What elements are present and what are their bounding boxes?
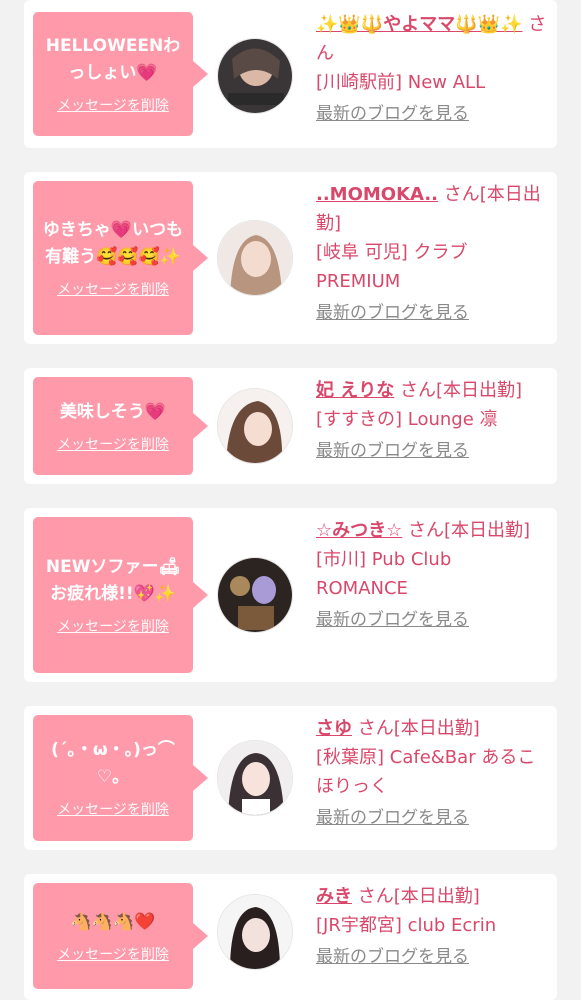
sender-info: ..MOMOKA.. さん[本日出勤] [岐阜 可児] クラブPREMIUM 最… <box>316 180 548 328</box>
latest-blog-link[interactable]: 最新のブログを見る <box>316 606 469 635</box>
latest-blog-link[interactable]: 最新のブログを見る <box>316 804 469 833</box>
shop-info: [秋葉原] Cafe&Bar あるこほりっく <box>316 747 536 797</box>
message-text: 🐴🐴🐴❤️ <box>70 911 156 932</box>
avatar[interactable] <box>217 38 293 114</box>
avatar[interactable] <box>217 388 293 464</box>
sender-suffix: さん[本日出勤] <box>357 718 480 739</box>
avatar[interactable] <box>217 557 293 633</box>
shop-info: [岐阜 可児] クラブPREMIUM <box>316 242 468 292</box>
message-card: HELLOWEENわっしょい💗 メッセージを削除 ✨👑🔱やよママ🔱👑✨ さん [… <box>24 0 557 148</box>
message-text: ゆきちゃ💗いつも有難う🥰🥰🥰✨ <box>42 220 184 267</box>
delete-message-link[interactable]: メッセージを削除 <box>57 801 169 819</box>
message-bubble: (´。・ω・。)っ⌒♡。 メッセージを削除 <box>33 715 208 841</box>
message-bubble: 🐴🐴🐴❤️ メッセージを削除 <box>33 883 208 989</box>
shop-info: [すすきの] Lounge 凛 <box>316 409 498 430</box>
sender-name-link[interactable]: ✨👑🔱やよママ🔱👑✨ <box>316 14 522 35</box>
message-text: HELLOWEENわっしょい💗 <box>45 36 181 83</box>
message-card: (´。・ω・。)っ⌒♡。 メッセージを削除 さゆ さん[本日出勤] [秋葉原] … <box>24 706 557 850</box>
message-bubble: 美味しそう💗 メッセージを削除 <box>33 377 208 475</box>
sender-name-link[interactable]: みき <box>316 886 352 907</box>
message-text: 美味しそう💗 <box>59 401 167 422</box>
sender-info: ✨👑🔱やよママ🔱👑✨ さん [川崎駅前] New ALL 最新のブログを見る <box>316 10 548 129</box>
sender-info: みき さん[本日出勤] [JR宇都宮] club Ecrin 最新のブログを見る <box>316 882 548 972</box>
message-card: 🐴🐴🐴❤️ メッセージを削除 みき さん[本日出勤] [JR宇都宮] club … <box>24 874 557 1000</box>
delete-message-link[interactable]: メッセージを削除 <box>57 97 169 115</box>
sender-info: さゆ さん[本日出勤] [秋葉原] Cafe&Bar あるこほりっく 最新のブロ… <box>316 714 548 833</box>
sender-name-link[interactable]: さゆ <box>316 718 352 739</box>
delete-message-link[interactable]: メッセージを削除 <box>57 618 169 636</box>
avatar[interactable] <box>217 220 293 296</box>
avatar[interactable] <box>217 740 293 816</box>
latest-blog-link[interactable]: 最新のブログを見る <box>316 437 469 466</box>
sender-suffix: さん[本日出勤] <box>400 380 523 401</box>
latest-blog-link[interactable]: 最新のブログを見る <box>316 100 469 129</box>
sender-name-link[interactable]: ..MOMOKA.. <box>316 184 438 205</box>
sender-suffix: さん[本日出勤] <box>408 520 531 541</box>
latest-blog-link[interactable]: 最新のブログを見る <box>316 943 469 972</box>
delete-message-link[interactable]: メッセージを削除 <box>57 946 169 964</box>
sender-info: 妃 えりな さん[本日出勤] [すすきの] Lounge 凛 最新のブログを見る <box>316 376 548 466</box>
message-card: ゆきちゃ💗いつも有難う🥰🥰🥰✨ メッセージを削除 ..MOMOKA.. さん[本… <box>24 172 557 344</box>
message-text: (´。・ω・。)っ⌒♡。 <box>51 740 175 787</box>
message-card: 美味しそう💗 メッセージを削除 妃 えりな さん[本日出勤] [すすきの] Lo… <box>24 368 557 484</box>
sender-info: ☆みつき☆ さん[本日出勤] [市川] Pub Club ROMANCE 最新の… <box>316 516 548 635</box>
message-bubble: ゆきちゃ💗いつも有難う🥰🥰🥰✨ メッセージを削除 <box>33 181 208 335</box>
sender-suffix: さん[本日出勤] <box>357 886 480 907</box>
shop-info: [川崎駅前] New ALL <box>316 72 486 93</box>
avatar[interactable] <box>217 894 293 970</box>
message-bubble: HELLOWEENわっしょい💗 メッセージを削除 <box>33 12 208 136</box>
shop-info: [市川] Pub Club ROMANCE <box>316 549 452 599</box>
sender-name-link[interactable]: ☆みつき☆ <box>316 520 402 541</box>
message-bubble: NEWソファー🛋お疲れ様!!💖✨ メッセージを削除 <box>33 517 208 673</box>
message-text: NEWソファー🛋お疲れ様!!💖✨ <box>45 557 181 604</box>
latest-blog-link[interactable]: 最新のブログを見る <box>316 299 469 328</box>
sender-name-link[interactable]: 妃 えりな <box>316 380 394 401</box>
delete-message-link[interactable]: メッセージを削除 <box>57 436 169 454</box>
shop-info: [JR宇都宮] club Ecrin <box>316 915 497 936</box>
message-card: NEWソファー🛋お疲れ様!!💖✨ メッセージを削除 ☆みつき☆ さん[本日出勤]… <box>24 508 557 682</box>
delete-message-link[interactable]: メッセージを削除 <box>57 281 169 299</box>
